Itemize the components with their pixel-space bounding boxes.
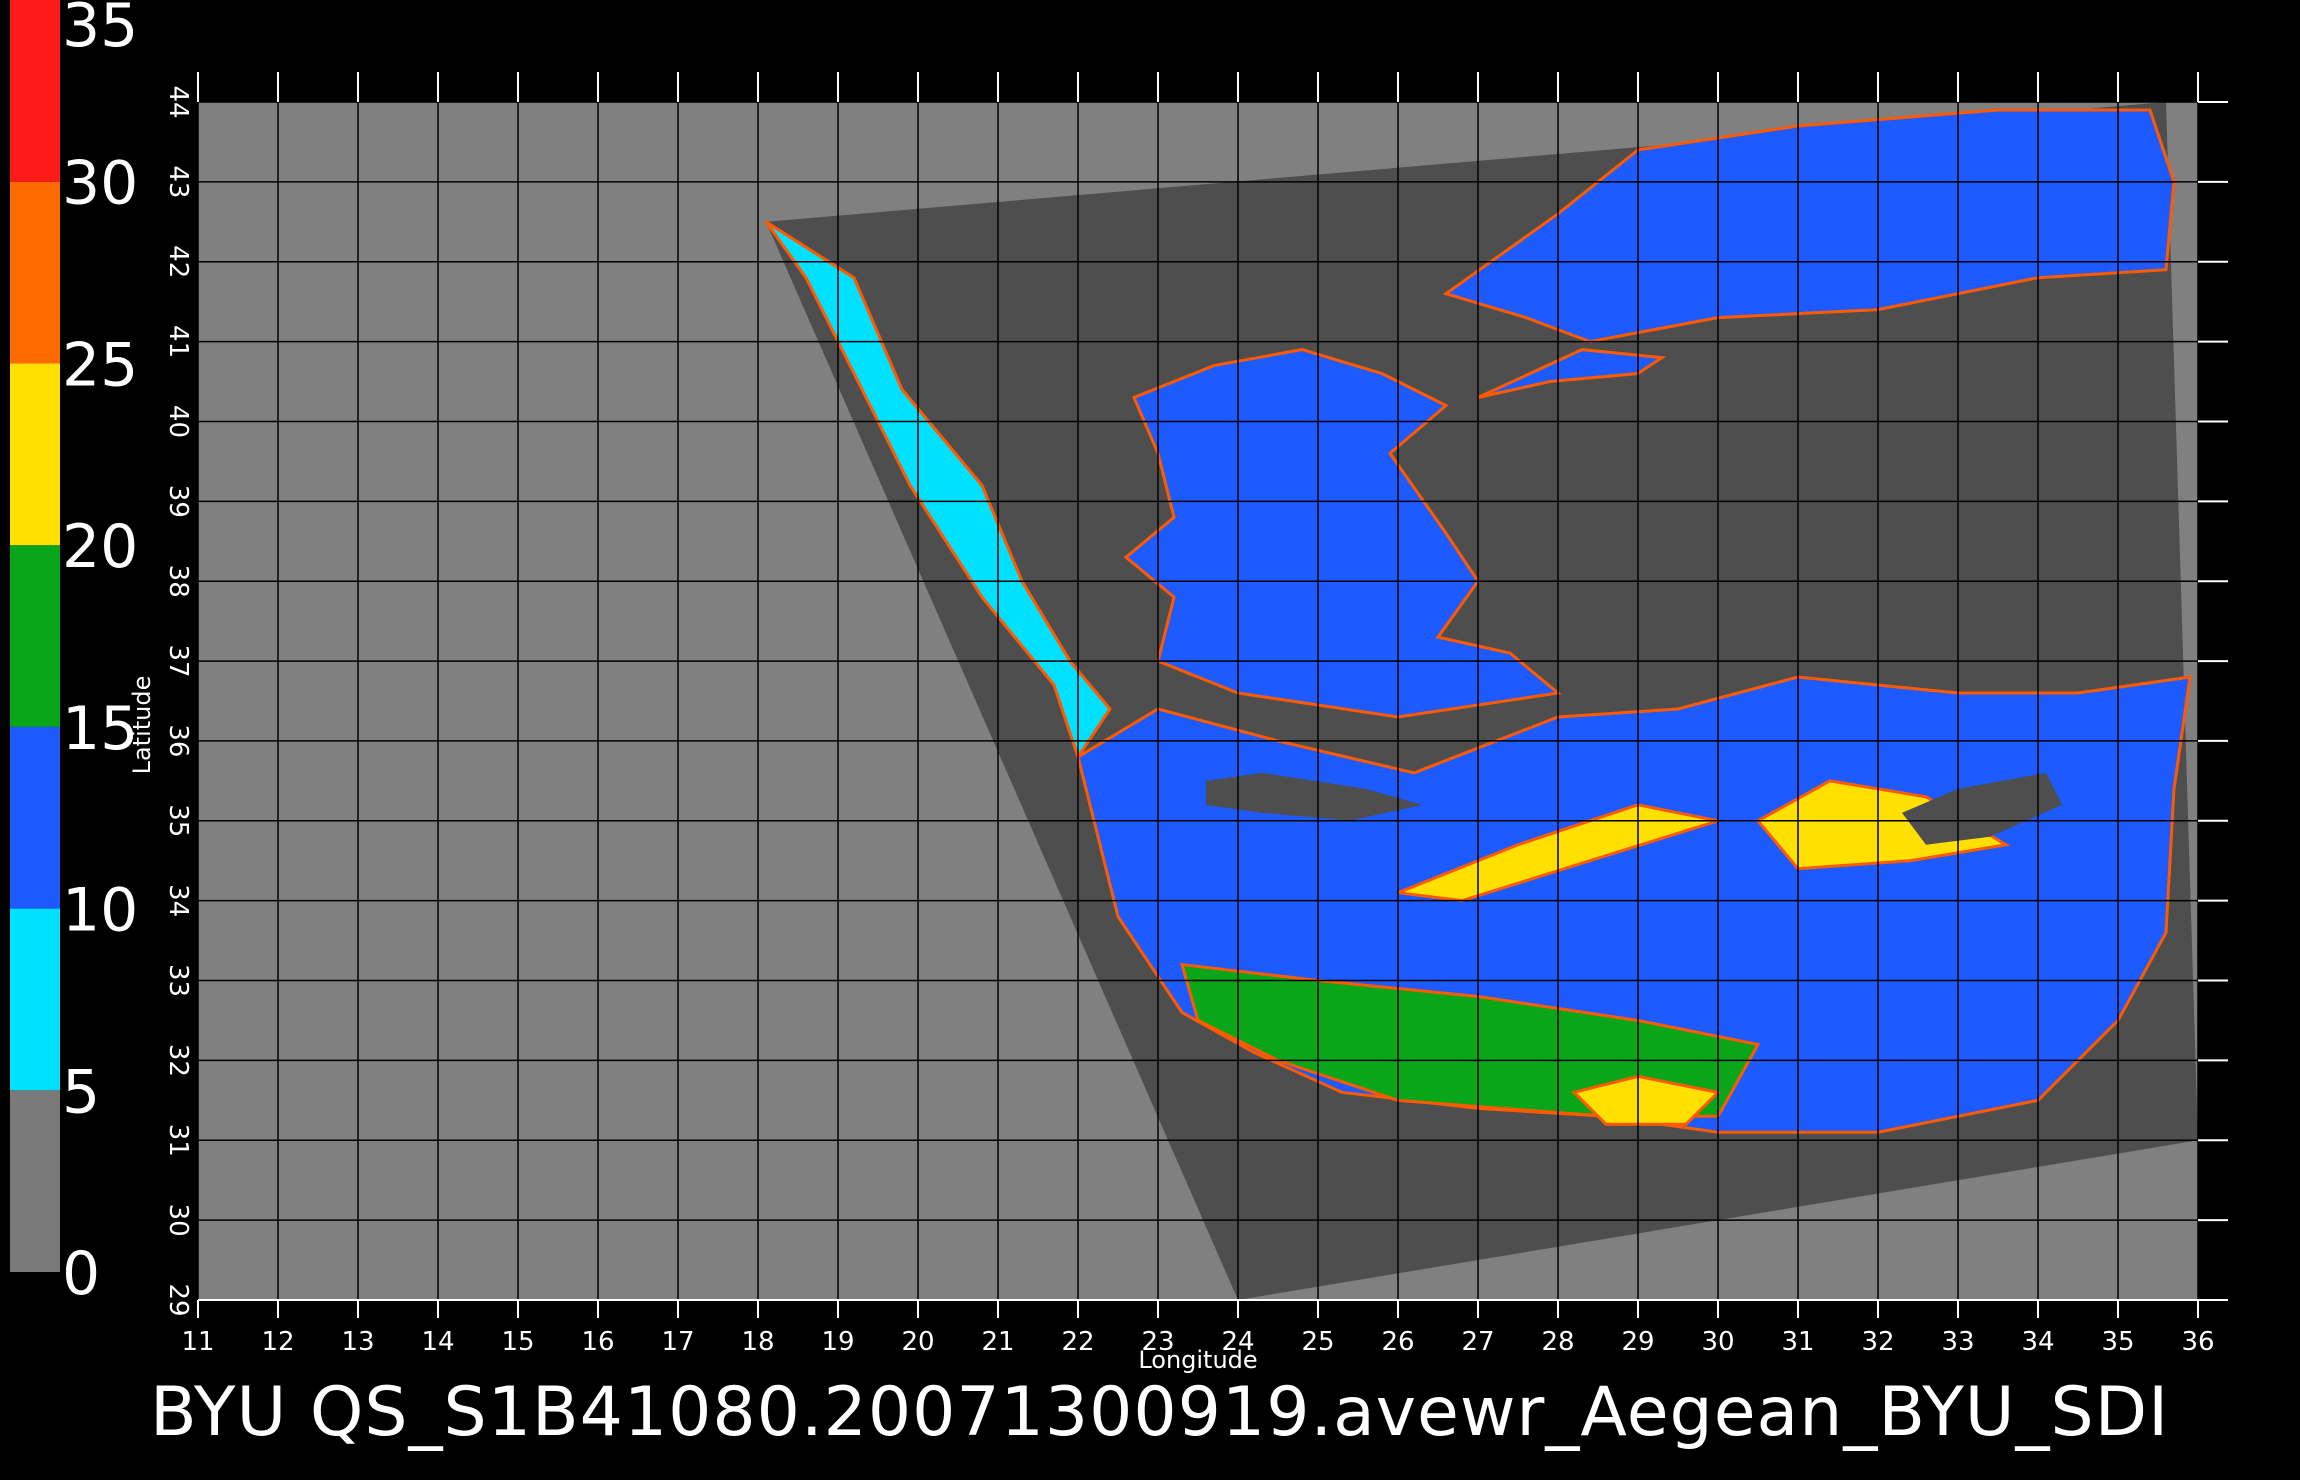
y-axis-label: Latitude <box>128 676 156 775</box>
x-tick-label: 12 <box>261 1327 294 1357</box>
colorbar-segment <box>10 363 60 546</box>
colorbar-tick-label: 20 <box>62 512 138 582</box>
x-tick-label: 21 <box>981 1327 1014 1357</box>
x-tick-label: 29 <box>1621 1327 1654 1357</box>
y-tick-label: 40 <box>163 405 193 438</box>
x-tick-label: 11 <box>181 1327 214 1357</box>
colorbar-tick-label: 35 <box>62 0 138 61</box>
plot-area <box>197 72 2228 1318</box>
y-tick-label: 34 <box>163 884 193 917</box>
y-tick-label: 31 <box>163 1124 193 1157</box>
y-tick-label: 38 <box>163 565 193 598</box>
x-tick-label: 17 <box>661 1327 694 1357</box>
x-tick-label: 30 <box>1701 1327 1734 1357</box>
x-tick-label: 16 <box>581 1327 614 1357</box>
x-tick-label: 19 <box>821 1327 854 1357</box>
x-tick-label: 18 <box>741 1327 774 1357</box>
y-tick-label: 36 <box>163 724 193 757</box>
colorbar-tick-label: 10 <box>62 876 138 946</box>
colorbar-tick-label: 25 <box>62 330 138 400</box>
wind-speed-map: 0 5 10 15 20 25 30 35 11 12 13 14 15 16 17 18 19 20 21 22 2… <box>10 0 2228 1452</box>
x-tick-label: 34 <box>2021 1327 2054 1357</box>
chart-title: BYU QS_S1B41080.20071300919.avewr_Aegean… <box>150 1373 2169 1452</box>
x-tick-label: 35 <box>2101 1327 2134 1357</box>
y-tick-label: 35 <box>163 804 193 837</box>
colorbar-segment <box>10 181 60 364</box>
colorbar-segment <box>10 1090 60 1272</box>
y-tick-label: 30 <box>163 1204 193 1237</box>
x-tick-label: 15 <box>501 1327 534 1357</box>
colorbar-tick-label: 15 <box>62 694 138 764</box>
y-tick-label: 39 <box>163 485 193 518</box>
x-tick-label: 25 <box>1301 1327 1334 1357</box>
x-tick-label: 20 <box>901 1327 934 1357</box>
x-tick-label: 32 <box>1861 1327 1894 1357</box>
y-tick-label: 37 <box>163 645 193 678</box>
y-tick-label: 44 <box>163 85 193 118</box>
colorbar: 0 5 10 15 20 25 30 35 <box>10 0 138 1309</box>
colorbar-segment <box>10 0 60 182</box>
colorbar-tick-label: 5 <box>62 1057 100 1127</box>
colorbar-segment <box>10 908 60 1091</box>
x-tick-label: 27 <box>1461 1327 1494 1357</box>
x-tick-label: 31 <box>1781 1327 1814 1357</box>
y-tick-label: 43 <box>163 165 193 198</box>
x-tick-label: 26 <box>1381 1327 1414 1357</box>
y-tick-labels: 29 30 31 32 33 34 35 36 37 38 39 40 41 42 43 44 <box>163 85 193 1316</box>
y-tick-label: 33 <box>163 964 193 997</box>
x-tick-label: 36 <box>2181 1327 2214 1357</box>
y-tick-label: 42 <box>163 245 193 278</box>
x-tick-label: 28 <box>1541 1327 1574 1357</box>
y-tick-label: 41 <box>163 325 193 358</box>
colorbar-segment <box>10 545 60 727</box>
x-tick-label: 22 <box>1061 1327 1094 1357</box>
colorbar-segment <box>10 726 60 909</box>
x-axis-label: Longitude <box>1138 1346 1257 1374</box>
x-tick-label: 14 <box>421 1327 454 1357</box>
x-tick-label: 13 <box>341 1327 374 1357</box>
y-tick-label: 29 <box>163 1283 193 1316</box>
colorbar-tick-label: 30 <box>62 149 138 219</box>
colorbar-tick-label: 0 <box>62 1239 100 1309</box>
x-tick-label: 33 <box>1941 1327 1974 1357</box>
y-tick-label: 32 <box>163 1044 193 1077</box>
